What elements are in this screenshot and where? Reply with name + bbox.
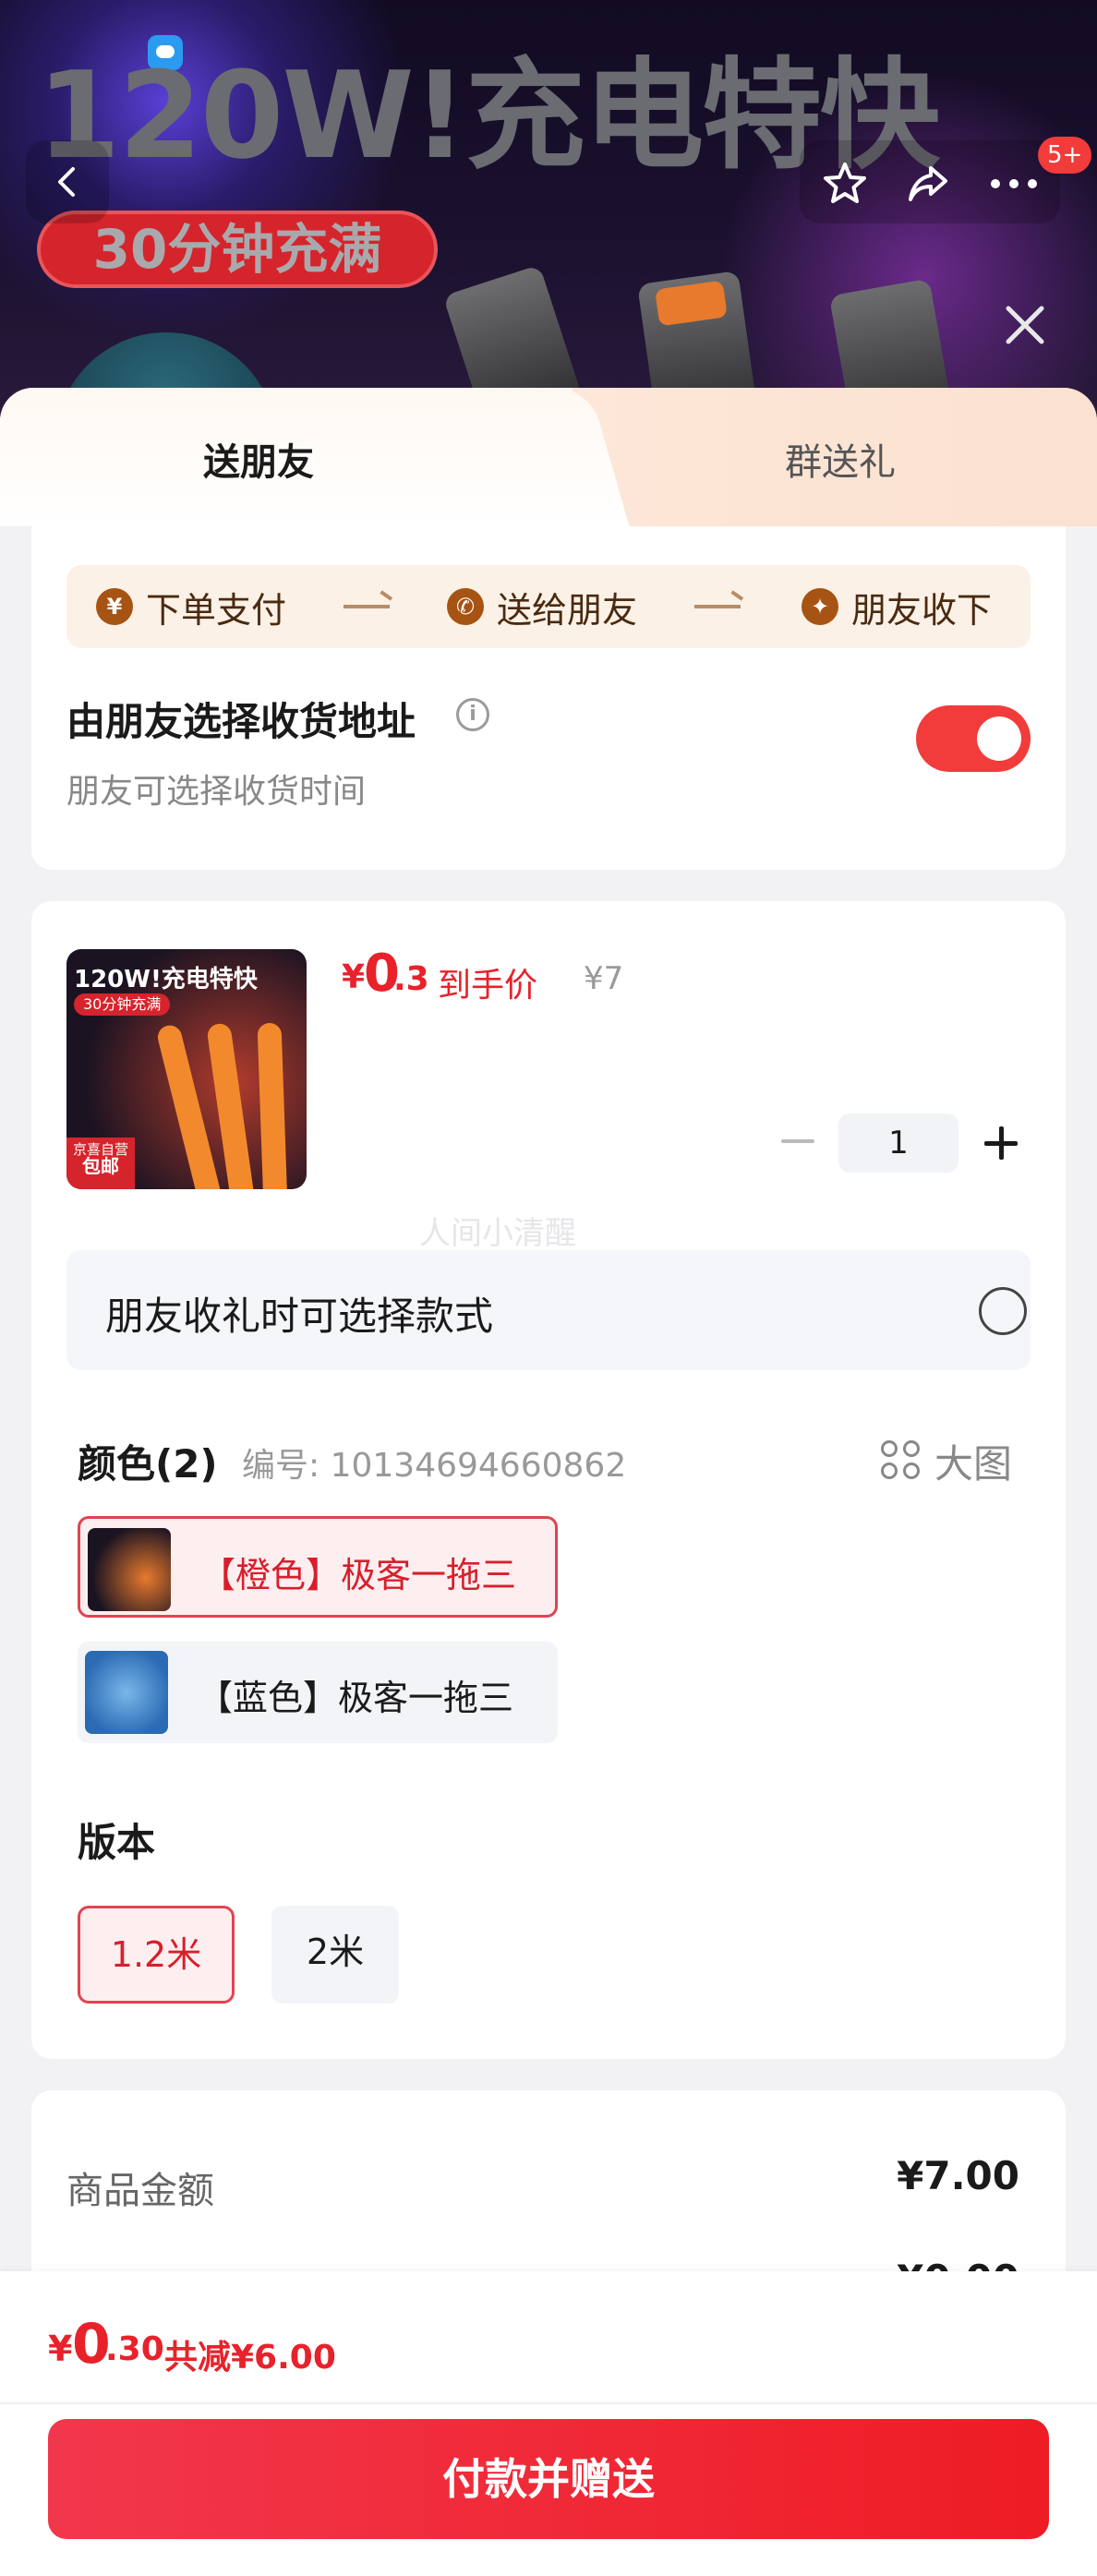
pay-and-gift-button[interactable]: 付款并赠送	[48, 2419, 1049, 2539]
share-icon[interactable]	[903, 159, 953, 209]
gift-icon: ✦	[802, 588, 838, 625]
close-icon[interactable]	[997, 297, 1053, 353]
color-option-orange[interactable]: 【橙色】极客一拖三	[78, 1516, 558, 1618]
thumb-pill: 30分钟充满	[74, 993, 171, 1016]
yen-icon: ¥	[96, 588, 133, 625]
product-card: 120W!充电特快 30分钟充满 京喜自营 包邮 ¥ 0 .3 到手价 ¥7 1…	[31, 901, 1066, 2059]
color-option-blue[interactable]: 【蓝色】极客一拖三	[78, 1642, 558, 1743]
gift-flow-card: ¥ 下单支付 ✆ 送给朋友 ✦ 朋友收下 由朋友选择收货地址 i 朋友可选择收货…	[31, 526, 1066, 870]
step-receive: ✦ 朋友收下	[802, 565, 992, 648]
grid-view-icon[interactable]	[881, 1440, 922, 1481]
checkout-bar: ¥ 0 .30 共减¥6.00 付款并赠送	[0, 2271, 1097, 2576]
summary-label-goods: 商品金额	[66, 2170, 214, 2212]
tab-group-gift[interactable]: 群送礼	[646, 432, 1034, 486]
thumb-title: 120W!充电特快	[74, 966, 258, 993]
discount-text: 共减¥6.00	[164, 2339, 336, 2377]
step-label: 朋友收下	[851, 589, 993, 631]
info-icon[interactable]: i	[456, 698, 489, 731]
summary-value-goods: ¥7.00	[897, 2153, 1019, 2198]
product-banner: 120W!充电特快 30分钟充满 5+	[0, 0, 1097, 434]
price-currency: ¥	[342, 958, 366, 996]
tab-bar: 送朋友 群送礼	[0, 388, 1097, 526]
product-thumbnail[interactable]: 120W!充电特快 30分钟充满 京喜自营 包邮	[66, 949, 307, 1189]
color-option-label: 【蓝色】极客一拖三	[198, 1678, 514, 1718]
thumb-shipping-tag: 京喜自营 包邮	[66, 1138, 135, 1189]
original-price: ¥7	[584, 960, 624, 997]
arrow-right-icon	[694, 605, 741, 608]
color-option-label: 【橙色】极客一拖三	[200, 1555, 517, 1595]
cable-graphic	[257, 1022, 288, 1189]
price-decimal: .3	[393, 960, 429, 998]
quantity-plus-button[interactable]	[973, 1115, 1029, 1171]
color-option-thumbnail	[88, 1528, 171, 1611]
friend-choose-style-radio[interactable]	[979, 1287, 1027, 1335]
step-send: ✆ 送给朋友	[447, 565, 637, 648]
gift-steps: ¥ 下单支付 ✆ 送给朋友 ✦ 朋友收下	[66, 565, 1031, 648]
quantity-input[interactable]: 1	[838, 1113, 958, 1173]
thumb-foot-bottom: 包邮	[82, 1155, 119, 1177]
friend-choose-style-label: 朋友收礼时可选择款式	[105, 1294, 494, 1339]
sku-number: 编号: 10134694660862	[242, 1447, 627, 1485]
message-count-badge: 5+	[1038, 137, 1092, 174]
color-section-title: 颜色(2)	[78, 1441, 218, 1487]
friend-choose-style-row[interactable]: 朋友收礼时可选择款式	[66, 1250, 1031, 1370]
price-tag: 到手价	[438, 967, 538, 1005]
back-button[interactable]	[26, 140, 109, 223]
address-toggle[interactable]	[916, 705, 1031, 772]
step-label: 下单支付	[146, 589, 287, 631]
total-decimal: .30	[105, 2330, 164, 2368]
divider	[0, 2402, 1097, 2404]
banner-pill-text: 30分钟充满	[92, 218, 382, 281]
star-icon[interactable]	[820, 159, 870, 209]
step-pay: ¥ 下单支付	[96, 565, 286, 648]
total-currency: ¥	[48, 2329, 73, 2369]
step-label: 送给朋友	[497, 589, 638, 631]
watermark: 人间小清醒	[419, 1215, 576, 1252]
color-option-thumbnail	[85, 1651, 168, 1734]
more-icon[interactable]	[986, 159, 1042, 209]
tab-send-friend-label[interactable]: 送朋友	[0, 432, 517, 486]
version-option-1-2m[interactable]: 1.2米	[78, 1906, 235, 2004]
banner-pill: 30分钟充满	[37, 211, 438, 288]
large-image-toggle[interactable]: 大图	[934, 1433, 1012, 1489]
arrow-right-icon	[344, 605, 390, 608]
top-actions	[800, 140, 1060, 223]
version-option-2m[interactable]: 2米	[271, 1906, 399, 2004]
version-section-title: 版本	[78, 1820, 156, 1865]
address-option-subtitle: 朋友可选择收货时间	[66, 773, 367, 811]
quantity-minus-button[interactable]	[770, 1113, 826, 1169]
chevron-left-icon	[58, 167, 75, 197]
address-option-title: 由朋友选择收货地址	[66, 699, 416, 744]
wechat-icon: ✆	[447, 588, 484, 625]
